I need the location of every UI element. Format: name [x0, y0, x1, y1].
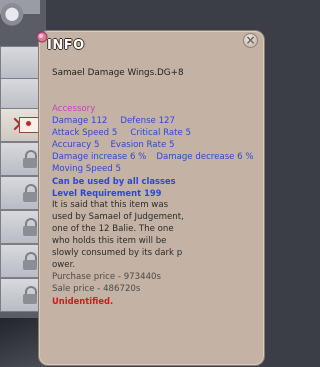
- purchase-price: Purchase price - 973440s: [52, 272, 161, 282]
- inventory-slot[interactable]: [0, 46, 40, 80]
- inventory-slot-locked[interactable]: [0, 210, 40, 244]
- stat-row: Damage increase 6 % Damage decrease 6 %: [52, 151, 264, 163]
- item-details: Samael Damage Wings.DG+8 Accessory Damag…: [52, 67, 264, 307]
- lock-icon: [23, 218, 37, 236]
- stat-row: Attack Speed 5 Critical Rate 5: [52, 127, 264, 139]
- description-line: It is said that this item was: [52, 200, 169, 210]
- description-line: one of the 12 Balie. The one: [52, 224, 174, 234]
- stat-evasion-rate: Evasion Rate 5: [110, 140, 175, 150]
- lock-icon: [23, 184, 37, 202]
- stat-row: Damage 112 Defense 127: [52, 115, 264, 127]
- sale-price: Sale price - 486720s: [52, 284, 141, 294]
- item-type: Accessory: [52, 104, 96, 114]
- stat-accuracy: Accuracy 5: [52, 140, 100, 150]
- lock-icon: [23, 252, 37, 270]
- lock-icon: [23, 286, 37, 304]
- inventory-slot-locked[interactable]: [0, 142, 40, 176]
- stat-attack-speed: Attack Speed 5: [52, 128, 118, 138]
- item-status: Unidentified.: [52, 296, 114, 306]
- lock-icon: [23, 150, 37, 168]
- class-requirement: Can be used by all classes: [52, 176, 176, 186]
- stat-defense: Defense 127: [120, 116, 175, 126]
- stat-damage-increase: Damage increase 6 %: [52, 152, 147, 162]
- stat-row: Accuracy 5 Evasion Rate 5: [52, 139, 264, 151]
- inventory-slot-locked[interactable]: [0, 278, 40, 312]
- stat-damage: Damage 112: [52, 116, 108, 126]
- stat-moving-speed: Moving Speed 5: [52, 164, 121, 174]
- envelope-icon: [19, 117, 39, 133]
- item-name: Samael Damage Wings.DG+8: [52, 68, 184, 78]
- winged-emblem-icon: [0, 0, 24, 26]
- inventory-slot[interactable]: [0, 78, 40, 112]
- description-line: ower.: [52, 260, 76, 270]
- item-info-tooltip: INFO × Samael Damage Wings.DG+8 Accessor…: [36, 30, 265, 366]
- tooltip-title: INFO: [47, 38, 85, 53]
- description-line: slowly consumed by its dark p: [52, 248, 183, 258]
- stat-damage-decrease: Damage decrease 6 %: [156, 152, 254, 162]
- inventory-slot[interactable]: ✕: [0, 108, 40, 142]
- inventory-slot-locked[interactable]: [0, 244, 40, 278]
- close-icon[interactable]: ×: [243, 33, 258, 48]
- description-line: who holds this item will be: [52, 236, 167, 246]
- level-requirement: Level Requirement 199: [52, 188, 162, 198]
- inventory-slot-locked[interactable]: [0, 176, 40, 210]
- stat-critical-rate: Critical Rate 5: [130, 128, 192, 138]
- description-line: used by Samael of Judgement,: [52, 212, 184, 222]
